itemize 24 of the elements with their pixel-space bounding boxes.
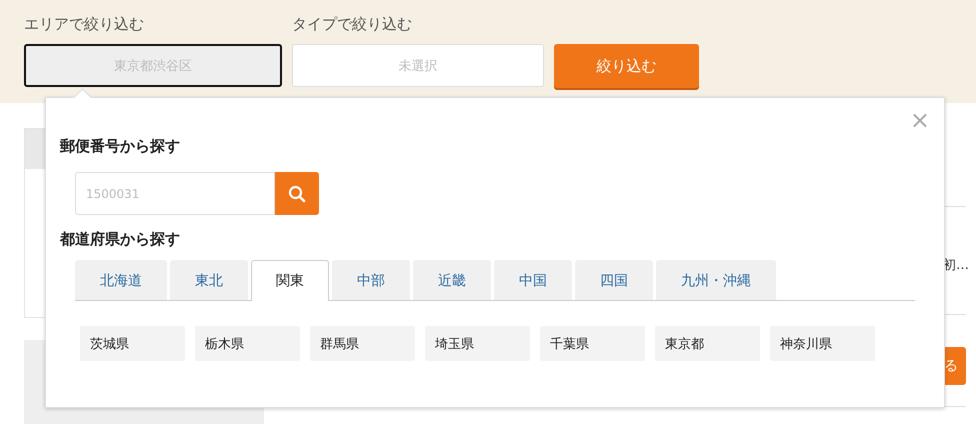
filter-button[interactable]: 絞り込む [554, 44, 699, 88]
region-tab[interactable]: 四国 [575, 260, 653, 300]
region-tab[interactable]: 中部 [332, 260, 410, 300]
prefecture-button[interactable]: 埼玉県 [425, 326, 530, 361]
region-tab[interactable]: 北海道 [75, 260, 167, 300]
region-tab[interactable]: 東北 [170, 260, 248, 300]
prefecture-button[interactable]: 東京都 [655, 326, 760, 361]
postal-code-field[interactable]: 1500031 [75, 172, 275, 215]
filter-label: エリアで絞り込む [24, 14, 145, 35]
section-heading: 都道府県から探す [60, 229, 181, 249]
search-button[interactable] [275, 172, 319, 215]
prefecture-button[interactable]: 神奈川県 [770, 326, 875, 361]
listing-text: 初… [943, 257, 969, 274]
region-tab[interactable]: 中国 [494, 260, 572, 300]
prefecture-button[interactable]: 栃木県 [195, 326, 300, 361]
region-tab[interactable]: 九州・沖縄 [656, 260, 776, 300]
prefecture-button[interactable]: 茨城県 [80, 326, 185, 361]
prefecture-button[interactable]: 群馬県 [310, 326, 415, 361]
filter-label: タイプで絞り込む [292, 14, 413, 35]
region-tab[interactable]: 関東 [251, 260, 329, 301]
region-tab[interactable]: 近畿 [413, 260, 491, 300]
search-icon [288, 184, 306, 202]
prefecture-button[interactable]: 千葉県 [540, 326, 645, 361]
section-heading: 郵便番号から探す [60, 136, 181, 156]
